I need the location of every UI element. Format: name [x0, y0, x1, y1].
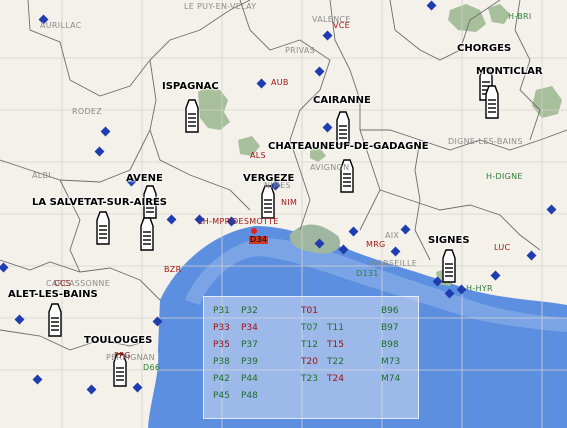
code-m73[interactable]: M73 — [381, 358, 400, 367]
code-t15[interactable]: T15 — [327, 341, 344, 350]
station-label-cairanne[interactable]: CAIRANNE — [313, 96, 371, 106]
code-t22[interactable]: T22 — [327, 358, 344, 367]
code-p48[interactable]: P48 — [241, 392, 258, 401]
code-p31[interactable]: P31 — [213, 307, 230, 316]
label-lh-mpr: LH-MPR — [198, 217, 231, 226]
label-aix: AIX — [385, 231, 400, 240]
label-mrg: MRG — [366, 240, 386, 249]
station-label-toulouges[interactable]: TOULOUGES — [84, 336, 152, 346]
code-t23[interactable]: T23 — [301, 375, 318, 384]
station-label-desmotte[interactable]: DESMOTTE — [232, 218, 279, 226]
station-label-alet[interactable]: ALET-LES-BAINS — [8, 290, 98, 300]
station-label-la-salvetat[interactable]: LA SALVETAT-SUR-AIRES — [32, 198, 167, 208]
forest-1 — [198, 86, 230, 130]
code-p35[interactable]: P35 — [213, 341, 230, 350]
label-rodez: RODEZ — [72, 107, 103, 116]
code-t12[interactable]: T12 — [301, 341, 318, 350]
code-t20[interactable]: T20 — [301, 358, 318, 367]
station-icon-signes — [442, 249, 456, 283]
code-m74[interactable]: M74 — [381, 375, 400, 384]
code-b98[interactable]: B98 — [381, 341, 399, 350]
code-t01[interactable]: T01 — [301, 307, 318, 316]
label-luc: LUC — [494, 243, 511, 252]
label-albi: ALBI — [32, 171, 51, 180]
map-view[interactable]: AURILLAC LE PUY-EN-VELAY VALENCE PRIVAS … — [0, 0, 567, 428]
code-p42[interactable]: P42 — [213, 375, 230, 384]
station-icon-ispagnac — [185, 99, 199, 133]
station-label-vergeze[interactable]: VERGEZE — [243, 174, 294, 184]
station-label-monticlar[interactable]: MONTICLAR — [476, 67, 543, 77]
red-dot-marker — [251, 228, 257, 234]
label-marseille: MARSEILLE — [370, 259, 418, 268]
code-p45[interactable]: P45 — [213, 392, 230, 401]
code-t07[interactable]: T07 — [301, 324, 318, 333]
code-p38[interactable]: P38 — [213, 358, 230, 367]
code-t11[interactable]: T11 — [327, 324, 344, 333]
label-le-puy: LE PUY-EN-VELAY — [184, 2, 257, 11]
label-aub: AUB — [271, 78, 289, 87]
code-p33[interactable]: P33 — [213, 324, 230, 333]
label-als: ALS — [250, 151, 266, 160]
station-icon-la-salvetat — [140, 217, 154, 251]
label-nim: NIM — [281, 198, 298, 207]
code-p44[interactable]: P44 — [241, 375, 258, 384]
label-digne: DIGNE-LES-BAINS — [448, 137, 523, 146]
forest-4 — [532, 86, 562, 118]
station-label-ispagnac[interactable]: ISPAGNAC — [162, 82, 219, 92]
station-icon-alet — [48, 303, 62, 337]
code-p39[interactable]: P39 — [241, 358, 258, 367]
label-d131: D131 — [356, 269, 379, 278]
label-vce: VCE — [333, 21, 351, 30]
label-avignon: AVIGNON — [310, 163, 350, 172]
station-label-chateauneuf[interactable]: CHATEAUNEUF-DE-GADAGNE — [268, 142, 429, 152]
code-t24[interactable]: T24 — [327, 375, 344, 384]
label-h-bri: H-BRI — [508, 12, 532, 21]
station-icon-vergeze — [261, 185, 275, 219]
code-p32[interactable]: P32 — [241, 307, 258, 316]
code-panel: P31 P33 P35 P38 P42 P45 P32 P34 P37 P39 P44 P48 T01 T… — [203, 296, 419, 419]
station-label-signes[interactable]: SIGNES — [428, 236, 470, 246]
code-p37[interactable]: P37 — [241, 341, 258, 350]
label-ppg: PPG — [114, 351, 131, 360]
label-h-hyr: H-HYR — [466, 284, 493, 293]
label-aurillac: AURILLAC — [40, 21, 82, 30]
code-b96[interactable]: B96 — [381, 307, 399, 316]
code-p34[interactable]: P34 — [241, 324, 258, 333]
sea-tag-d34[interactable]: D34 — [249, 236, 269, 244]
station-icon-cairanne — [336, 111, 350, 145]
station-icon-la-salvetat-2 — [96, 211, 110, 245]
label-bzr: BZR — [164, 265, 182, 274]
code-b97[interactable]: B97 — [381, 324, 399, 333]
station-icon-monticlar — [485, 85, 499, 119]
label-h-digne: H-DIGNE — [486, 172, 523, 181]
label-privas: PRIVAS — [285, 46, 316, 55]
label-ccs: CCS — [54, 279, 72, 288]
station-label-avene[interactable]: AVENE — [126, 174, 163, 184]
forest-3 — [488, 4, 510, 24]
station-label-chorges[interactable]: CHORGES — [457, 44, 511, 54]
label-d66: D66 — [143, 363, 161, 372]
